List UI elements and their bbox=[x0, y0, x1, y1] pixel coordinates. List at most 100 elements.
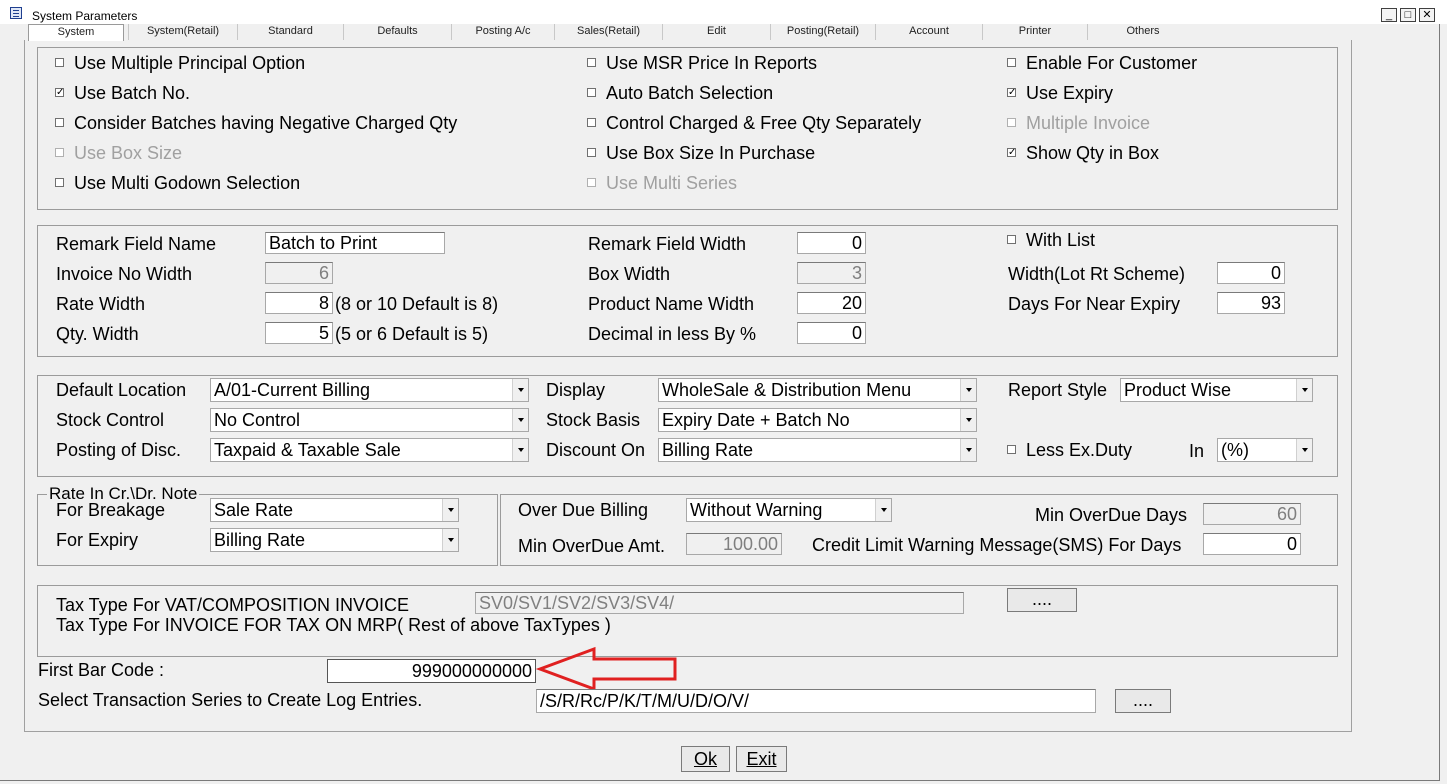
tab-defaults[interactable]: Defaults bbox=[343, 24, 451, 40]
log-series-browse-button[interactable]: .... bbox=[1115, 689, 1171, 713]
posting-disc-label: Posting of Disc. bbox=[56, 440, 182, 460]
remark-field-width-label: Remark Field Width bbox=[588, 234, 747, 254]
remark-field-width-input[interactable]: 0 bbox=[797, 232, 866, 254]
red-arrow-annotation bbox=[535, 646, 677, 691]
days-near-expiry-label: Days For Near Expiry bbox=[1008, 294, 1181, 314]
chevron-down-icon[interactable] bbox=[960, 439, 976, 461]
stock-control-label: Stock Control bbox=[56, 410, 165, 430]
for-expiry-select[interactable]: Billing Rate bbox=[210, 528, 459, 552]
checkbox-box bbox=[587, 178, 596, 187]
stock-control-select[interactable]: No Control bbox=[210, 408, 529, 432]
vat-tax-type-input: SV0/SV1/SV2/SV3/SV4/ bbox=[475, 592, 964, 614]
display-label: Display bbox=[546, 380, 606, 400]
log-series-label: Select Transaction Series to Create Log … bbox=[38, 690, 423, 710]
rate-width-hint: (8 or 10 Default is 8) bbox=[335, 294, 499, 314]
first-bar-code-label: First Bar Code : bbox=[38, 660, 165, 680]
lot-rt-scheme-width-input[interactable]: 0 bbox=[1217, 262, 1285, 284]
checkmark-icon: ✓ bbox=[1007, 87, 1017, 98]
window-border bbox=[1439, 24, 1440, 780]
stock-basis-label: Stock Basis bbox=[546, 410, 641, 430]
mrp-tax-type-label: Tax Type For INVOICE FOR TAX ON MRP( Res… bbox=[56, 615, 611, 635]
checkbox-box bbox=[55, 58, 64, 67]
chevron-down-icon[interactable] bbox=[442, 499, 458, 521]
box-width-label: Box Width bbox=[588, 264, 671, 284]
checkbox-box bbox=[1007, 445, 1016, 454]
min-overdue-days-input: 60 bbox=[1203, 503, 1301, 525]
ok-button[interactable]: Ok bbox=[681, 746, 730, 772]
tax-type-browse-button[interactable]: .... bbox=[1007, 588, 1077, 612]
exit-button[interactable]: Exit bbox=[736, 746, 787, 772]
tab-standard[interactable]: Standard bbox=[237, 24, 343, 40]
window-border bbox=[0, 780, 1440, 781]
chevron-down-icon[interactable] bbox=[512, 409, 528, 431]
chevron-down-icon[interactable] bbox=[960, 379, 976, 401]
invoice-no-width-label: Invoice No Width bbox=[56, 264, 193, 284]
remark-field-name-input[interactable]: Batch to Print bbox=[265, 232, 445, 254]
checkbox-box bbox=[587, 118, 596, 127]
report-style-label: Report Style bbox=[1008, 380, 1108, 400]
credit-sms-days-label: Credit Limit Warning Message(SMS) For Da… bbox=[812, 535, 1182, 555]
chevron-down-icon[interactable] bbox=[1296, 379, 1312, 401]
close-icon[interactable]: ✕ bbox=[1419, 8, 1435, 22]
checkbox-box bbox=[1007, 235, 1016, 244]
for-breakage-select[interactable]: Sale Rate bbox=[210, 498, 459, 522]
tab-system[interactable]: System bbox=[28, 24, 124, 41]
first-bar-code-input[interactable]: 999000000000 bbox=[327, 659, 536, 683]
discount-on-select[interactable]: Billing Rate bbox=[658, 438, 977, 462]
qty-width-label: Qty. Width bbox=[56, 324, 139, 344]
min-overdue-days-label: Min OverDue Days bbox=[1035, 505, 1188, 525]
invoice-no-width-input: 6 bbox=[265, 262, 333, 284]
tab-printer[interactable]: Printer bbox=[982, 24, 1087, 40]
tab-edit[interactable]: Edit bbox=[662, 24, 770, 40]
display-select[interactable]: WholeSale & Distribution Menu bbox=[658, 378, 977, 402]
stock-basis-select[interactable]: Expiry Date + Batch No bbox=[658, 408, 977, 432]
tab-system-retail[interactable]: System(Retail) bbox=[128, 24, 237, 40]
app-menu-icon[interactable] bbox=[10, 7, 22, 19]
in-unit-select[interactable]: (%) bbox=[1217, 438, 1313, 462]
chevron-down-icon[interactable] bbox=[512, 439, 528, 461]
chevron-down-icon[interactable] bbox=[875, 499, 891, 521]
checkbox-box bbox=[587, 58, 596, 67]
checkbox-box bbox=[1007, 118, 1016, 127]
default-location-select[interactable]: A/01-Current Billing bbox=[210, 378, 529, 402]
min-overdue-amt-input: 100.00 bbox=[686, 533, 782, 555]
report-style-select[interactable]: Product Wise bbox=[1120, 378, 1313, 402]
chevron-down-icon[interactable] bbox=[512, 379, 528, 401]
title-bar: System Parameters _ □ ✕ bbox=[0, 0, 1447, 24]
checkbox-box bbox=[55, 118, 64, 127]
product-name-width-label: Product Name Width bbox=[588, 294, 755, 314]
product-name-width-input[interactable]: 20 bbox=[797, 292, 866, 314]
chevron-down-icon[interactable] bbox=[1296, 439, 1312, 461]
minimize-icon[interactable]: _ bbox=[1381, 8, 1397, 22]
decimal-less-input[interactable]: 0 bbox=[797, 322, 866, 344]
tab-posting-retail[interactable]: Posting(Retail) bbox=[770, 24, 875, 40]
vat-tax-type-label: Tax Type For VAT/COMPOSITION INVOICE bbox=[56, 595, 410, 615]
over-due-billing-select[interactable]: Without Warning bbox=[686, 498, 892, 522]
checkbox-box bbox=[55, 148, 64, 157]
tab-posting-ac[interactable]: Posting A/c bbox=[451, 24, 554, 40]
rate-width-input[interactable]: 8 bbox=[265, 292, 333, 314]
checkbox-box bbox=[587, 88, 596, 97]
maximize-icon[interactable]: □ bbox=[1400, 8, 1416, 22]
decimal-less-label: Decimal in less By % bbox=[588, 324, 757, 344]
checkbox-box bbox=[1007, 58, 1016, 67]
qty-width-hint: (5 or 6 Default is 5) bbox=[335, 324, 489, 344]
for-expiry-label: For Expiry bbox=[56, 530, 139, 550]
tab-others[interactable]: Others bbox=[1087, 24, 1198, 40]
in-label: In bbox=[1189, 441, 1205, 461]
days-near-expiry-input[interactable]: 93 bbox=[1217, 292, 1285, 314]
lot-rt-scheme-width-label: Width(Lot Rt Scheme) bbox=[1008, 264, 1186, 284]
checkbox-box bbox=[587, 148, 596, 157]
log-series-input[interactable]: /S/R/Rc/P/K/T/M/U/D/O/V/ bbox=[536, 689, 1096, 713]
chevron-down-icon[interactable] bbox=[960, 409, 976, 431]
posting-disc-select[interactable]: Taxpaid & Taxable Sale bbox=[210, 438, 529, 462]
discount-on-label: Discount On bbox=[546, 440, 646, 460]
tab-sales-retail[interactable]: Sales(Retail) bbox=[554, 24, 662, 40]
credit-sms-days-input[interactable]: 0 bbox=[1203, 533, 1301, 555]
red-arrow-icon bbox=[535, 646, 677, 691]
qty-width-input[interactable]: 5 bbox=[265, 322, 333, 344]
remark-field-name-label: Remark Field Name bbox=[56, 234, 217, 254]
chevron-down-icon[interactable] bbox=[442, 529, 458, 551]
tab-account[interactable]: Account bbox=[875, 24, 982, 40]
over-due-billing-label: Over Due Billing bbox=[518, 500, 649, 520]
